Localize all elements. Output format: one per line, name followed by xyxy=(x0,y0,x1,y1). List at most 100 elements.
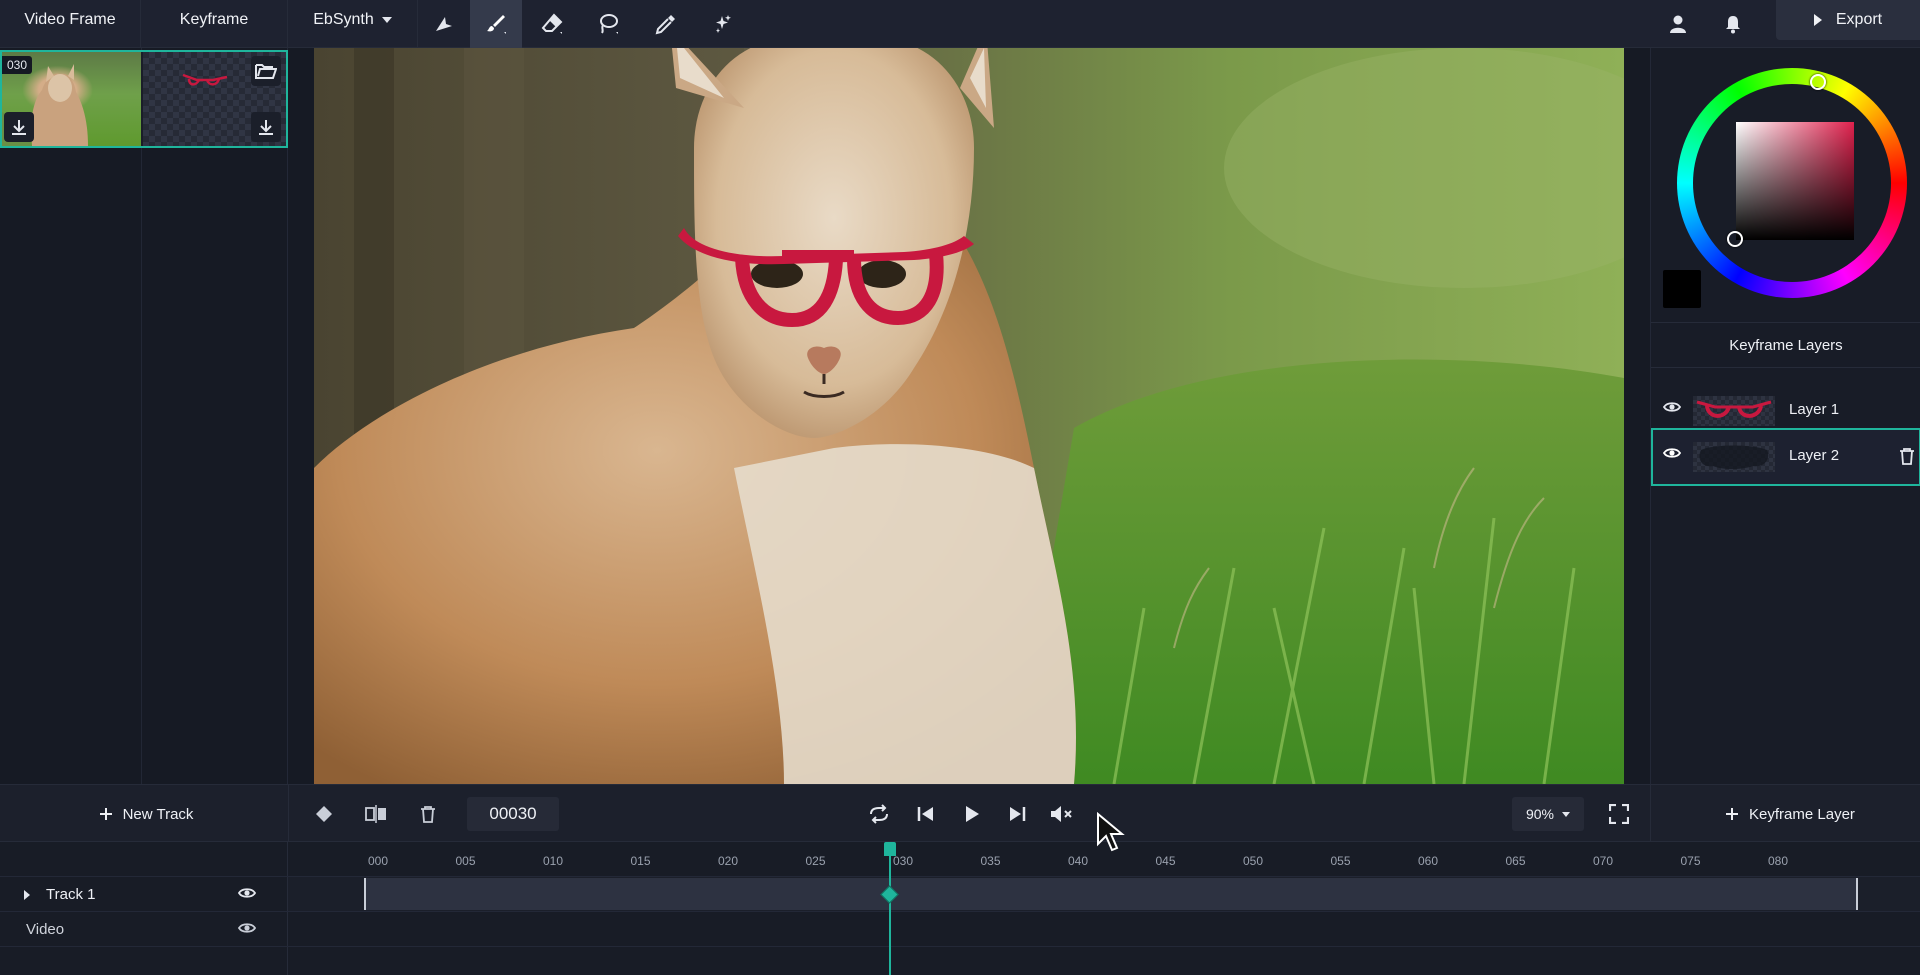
open-folder-button[interactable] xyxy=(251,56,281,86)
expand-arrow-icon[interactable] xyxy=(24,890,30,900)
hue-handle[interactable] xyxy=(1810,74,1826,90)
track-visibility-toggle[interactable] xyxy=(237,921,257,940)
track-row-track-1[interactable]: Track 1 xyxy=(0,877,288,912)
select-tool-button[interactable] xyxy=(418,0,470,48)
skip-back-icon xyxy=(917,807,933,821)
magic-tool-button[interactable] xyxy=(696,0,748,48)
tab-label: EbSynth xyxy=(313,11,374,28)
layer-thumbnail xyxy=(1693,442,1775,472)
timeline-tick-label: 065 xyxy=(1505,854,1526,868)
divider xyxy=(288,785,289,843)
timeline-tick-label: 025 xyxy=(805,854,826,868)
eye-icon xyxy=(1662,402,1682,412)
video-track-lane[interactable] xyxy=(288,912,1920,947)
timeline-tick-label: 040 xyxy=(1068,854,1089,868)
timeline-tick-label: 015 xyxy=(630,854,651,868)
divider xyxy=(1650,785,1651,843)
chevron-down-icon xyxy=(381,16,392,23)
timeline-tick-label: 055 xyxy=(1330,854,1351,868)
eyedropper-tool-button[interactable] xyxy=(640,0,692,48)
tab-label: Keyframe xyxy=(179,11,249,28)
mouse-cursor-icon xyxy=(1097,812,1125,852)
ebsynth-dropdown[interactable]: EbSynth xyxy=(288,0,418,48)
top-toolbar: Video Frame Keyframe EbSynth Export xyxy=(0,0,1920,48)
dark-layer-image xyxy=(1699,445,1769,469)
timeline-tick-label: 010 xyxy=(543,854,564,868)
eye-icon xyxy=(237,923,257,933)
add-keyframe-button[interactable] xyxy=(310,800,338,828)
user-icon xyxy=(1670,15,1686,33)
playhead-line[interactable] xyxy=(889,850,891,975)
delete-layer-button[interactable] xyxy=(1899,447,1915,470)
eraser-tool-button[interactable] xyxy=(526,0,578,48)
tab-video-frame[interactable]: Video Frame xyxy=(0,0,141,48)
track-1-clip[interactable] xyxy=(364,878,1858,910)
frame-thumbnail-card[interactable]: 030 xyxy=(0,50,288,148)
brush-icon xyxy=(487,15,506,34)
trash-icon xyxy=(1900,448,1914,465)
download-keyframe-button[interactable] xyxy=(251,112,281,142)
timeline-tick-label: 080 xyxy=(1768,854,1789,868)
trash-icon xyxy=(421,806,435,823)
lasso-tool-button[interactable] xyxy=(582,0,634,48)
timeline-tick-label: 070 xyxy=(1593,854,1614,868)
notifications-button[interactable] xyxy=(1717,8,1749,40)
add-keyframe-layer-button[interactable]: Keyframe Layer xyxy=(1720,800,1860,828)
export-button[interactable]: Export xyxy=(1776,0,1920,40)
editing-canvas[interactable] xyxy=(314,48,1624,784)
folder-open-icon xyxy=(255,64,277,79)
skip-to-start-button[interactable] xyxy=(911,800,941,828)
mute-button[interactable] xyxy=(1046,800,1078,828)
timeline-tick-label: 075 xyxy=(1680,854,1701,868)
zoom-value: 90% xyxy=(1525,806,1555,822)
track-name: Track 1 xyxy=(46,886,96,903)
magic-sparkle-icon xyxy=(716,15,731,33)
keyframe-layers-title: Keyframe Layers xyxy=(1651,322,1920,368)
timeline-tick-label: 060 xyxy=(1418,854,1439,868)
visibility-toggle[interactable] xyxy=(1662,446,1682,465)
saturation-handle[interactable] xyxy=(1727,231,1743,247)
brush-tool-button[interactable] xyxy=(470,0,522,48)
new-track-button[interactable]: New Track xyxy=(90,800,202,828)
track-labels-column: Track 1 Video xyxy=(0,842,288,975)
play-triangle-icon xyxy=(1813,14,1822,26)
split-button[interactable] xyxy=(362,800,390,828)
download-video-frame-button[interactable] xyxy=(4,112,34,142)
skip-to-end-button[interactable] xyxy=(1002,800,1032,828)
track-row-video[interactable]: Video xyxy=(0,912,288,947)
hue-color-wheel[interactable] xyxy=(1677,68,1907,298)
layer-row-2[interactable]: Layer 2 xyxy=(1651,428,1920,486)
delete-button[interactable] xyxy=(414,800,442,828)
layer-name: Layer 2 xyxy=(1789,447,1840,464)
play-button[interactable] xyxy=(957,800,987,828)
ebsynth-app: Video Frame Keyframe EbSynth Export 030 … xyxy=(0,0,1920,975)
timeline: Track 1 Video 000 005 010 015 020 025 030 035 04… xyxy=(0,842,1920,975)
export-label: Export xyxy=(1835,11,1883,28)
plus-icon xyxy=(1726,808,1739,820)
frame-number-badge: 030 xyxy=(2,56,33,74)
layer-name: Layer 1 xyxy=(1789,401,1840,418)
zoom-dropdown[interactable]: 90% xyxy=(1512,797,1584,831)
track-visibility-toggle[interactable] xyxy=(237,886,257,905)
timeline-tick-label: 045 xyxy=(1155,854,1176,868)
timeline-tick-label: 005 xyxy=(455,854,476,868)
select-arrow-icon xyxy=(436,17,452,31)
playhead-handle[interactable] xyxy=(884,842,896,856)
tab-keyframe[interactable]: Keyframe xyxy=(141,0,288,48)
current-color-swatch[interactable] xyxy=(1663,270,1701,308)
playback-controls-bar: New Track 90% xyxy=(0,784,1920,843)
timeline-tick-label: 000 xyxy=(368,854,389,868)
frame-number-input[interactable] xyxy=(467,797,559,831)
timeline-tick-label: 035 xyxy=(980,854,1001,868)
saturation-value-square[interactable] xyxy=(1736,122,1854,240)
lynx-photo-with-glasses xyxy=(314,48,1624,784)
fullscreen-icon xyxy=(1609,804,1629,824)
timeline-tick-label: 020 xyxy=(718,854,739,868)
loop-button[interactable] xyxy=(864,800,894,828)
frame-strip-panel xyxy=(0,48,288,784)
visibility-toggle[interactable] xyxy=(1662,400,1682,419)
fullscreen-button[interactable] xyxy=(1604,800,1634,828)
new-track-label: New Track xyxy=(122,805,194,823)
user-account-button[interactable] xyxy=(1662,8,1694,40)
lasso-icon xyxy=(600,14,618,34)
